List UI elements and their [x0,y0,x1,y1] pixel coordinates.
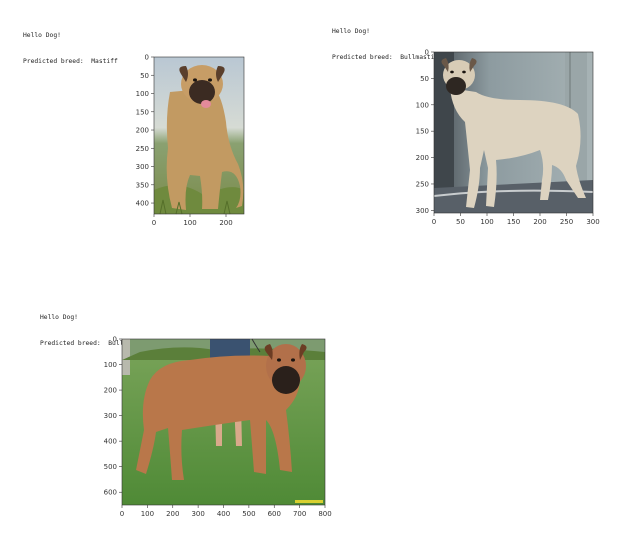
output-3-y-tick-label: 600 [104,489,117,497]
output-1-y-tick-label: 300 [136,163,149,171]
output-1-x-tick-label: 200 [219,219,232,227]
output-1-y-tick-label: 50 [140,72,149,80]
output-2-x-tick-label: 200 [533,218,546,226]
output-3-x-tick-label: 100 [141,510,154,518]
output-1-y-tick-label: 400 [136,200,149,208]
output-3-y-tick-label: 0 [113,336,117,344]
output-3-image [121,338,326,506]
output-2-x-tick-label: 100 [480,218,493,226]
output-1-image [153,56,245,215]
output-2-image [433,51,594,214]
output-2-x-tick-label: 250 [560,218,573,226]
figure-canvas: 0 100 200 0 50 100 150 200 250 300 350 400 0 50 100 15… [104,49,600,519]
output-1-y-tick-label: 150 [136,108,149,116]
output-3-x-tick-label: 500 [242,510,255,518]
output-1-y-tick-label: 250 [136,145,149,153]
output-3-y-tick-label: 400 [104,438,117,446]
output-1-y-tick-label: 350 [136,181,149,189]
output-1-y-tick-label: 0 [145,54,149,62]
output-3-x-tick-label: 400 [217,510,230,518]
output-3-x-tick-label: 600 [268,510,281,518]
output-2-y-tick-label: 50 [420,75,429,83]
output-3-x-tick-label: 200 [166,510,179,518]
output-2-y-tick-label: 300 [416,207,429,215]
output-1-x-tick-label: 100 [183,219,196,227]
output-3-y-tick-label: 100 [104,361,117,369]
output-2-y-tick-label: 0 [425,49,429,57]
output-2-x-tick-label: 50 [456,218,465,226]
output-2-y-tick-label: 250 [416,180,429,188]
output-1-y-tick-label: 100 [136,90,149,98]
output-3-y-tick-label: 300 [104,412,117,420]
output-2-y-tick-label: 150 [416,128,429,136]
output-2-y-tick-label: 100 [416,101,429,109]
output-3-x-tick-label: 700 [293,510,306,518]
output-3-x-tick-label: 800 [318,510,331,518]
output-2-x-tick-label: 300 [586,218,599,226]
output-2-x-tick-label: 150 [507,218,520,226]
output-1-x-tick-label: 0 [152,219,156,227]
output-3-x-tick-label: 300 [191,510,204,518]
output-3-x-tick-label: 0 [120,510,124,518]
output-3-y-tick-label: 500 [104,463,117,471]
output-2-y-tick-label: 200 [416,154,429,162]
output-3-y-tick-label: 200 [104,387,117,395]
output-1-y-tick-label: 200 [136,127,149,135]
output-2-x-tick-label: 0 [432,218,436,226]
